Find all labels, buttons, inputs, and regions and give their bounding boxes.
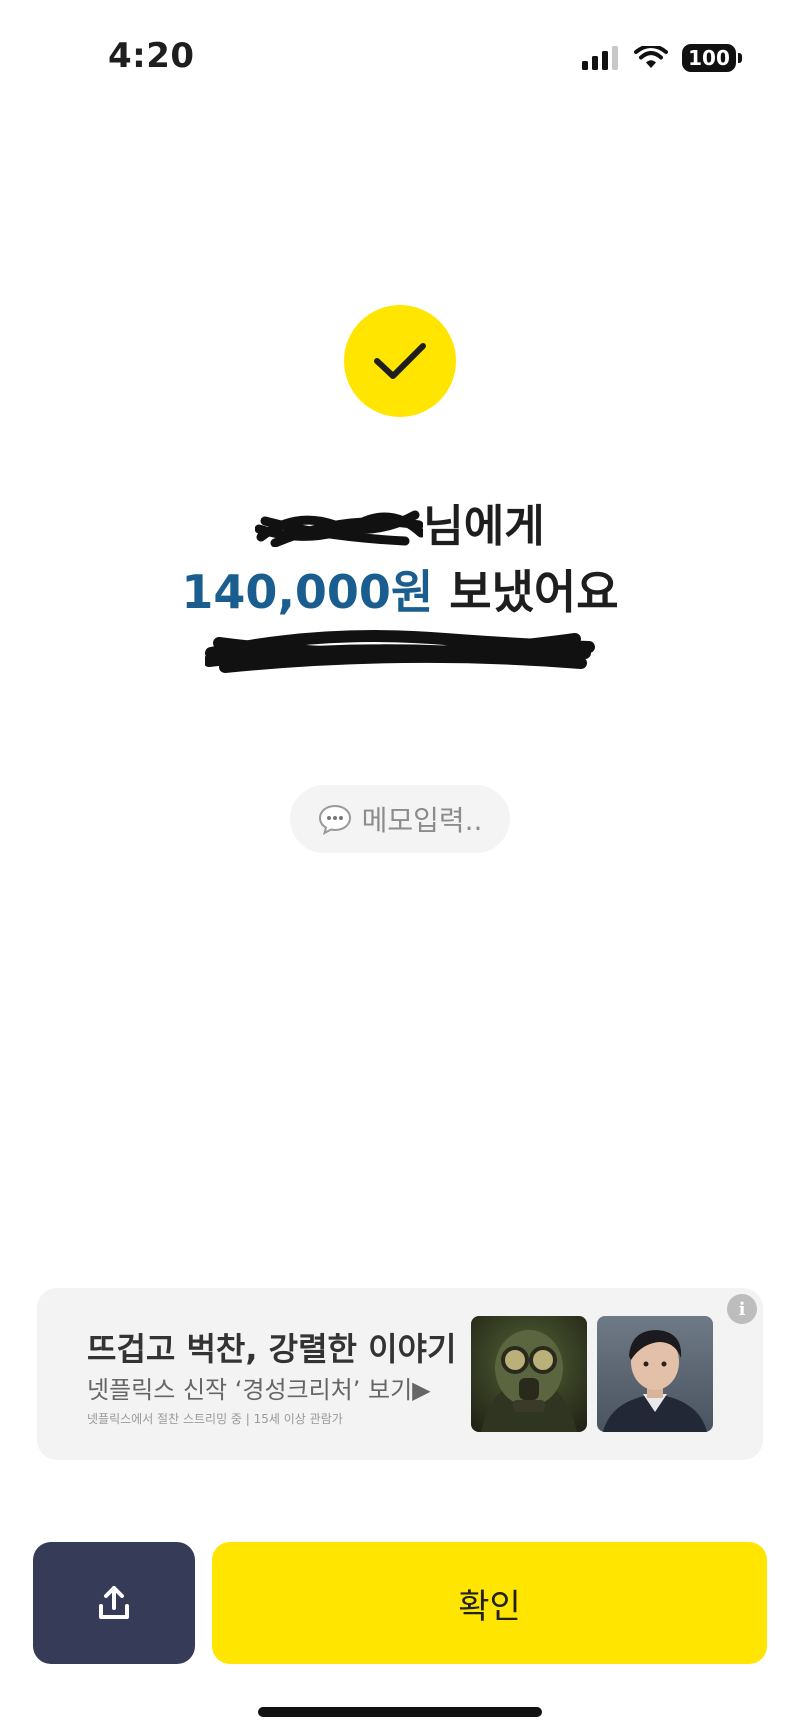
check-icon xyxy=(374,343,426,379)
ad-title: 뜨겁고 벅찬, 강렬한 이야기 xyxy=(87,1330,457,1368)
status-time: 4:20 xyxy=(108,36,195,76)
status-icons: 100 xyxy=(582,44,742,72)
share-icon xyxy=(99,1586,129,1619)
success-check-badge xyxy=(344,305,456,417)
share-button[interactable] xyxy=(33,1542,195,1664)
redacted-account-scribble xyxy=(205,630,595,673)
redacted-name-scribble xyxy=(255,510,424,547)
confirm-button[interactable]: 확인 xyxy=(212,1542,767,1664)
recipient-suffix: 님에게 xyxy=(423,501,545,552)
status-bar: 4:20 100 xyxy=(0,0,800,120)
transfer-amount: 140,000원 xyxy=(181,565,434,619)
ad-subtitle-link[interactable]: 넷플릭스 신작 ‘경성크리처’ 보기▶ xyxy=(87,1370,431,1405)
ad-thumbnail-portrait xyxy=(597,1316,713,1432)
memo-label: 메모입력.. xyxy=(361,804,483,837)
info-icon[interactable]: i xyxy=(727,1294,757,1324)
ad-fine-print: 넷플릭스에서 절찬 스트리밍 중 | 15세 이상 관람가 xyxy=(87,1412,343,1426)
ad-banner[interactable]: 뜨겁고 벅찬, 강렬한 이야기 넷플릭스 신작 ‘경성크리처’ 보기▶ 넷플릭스… xyxy=(37,1288,763,1460)
home-indicator[interactable] xyxy=(258,1707,542,1717)
memo-input-button[interactable]: 메모입력.. xyxy=(290,785,510,853)
speech-bubble-icon xyxy=(318,804,351,835)
wifi-icon xyxy=(634,46,668,68)
sent-text: 보냈어요 xyxy=(433,565,619,619)
recipient-line: 님에게 xyxy=(0,490,800,552)
amount-line: 140,000원 보냈어요 xyxy=(0,556,800,622)
battery-icon: 100 xyxy=(682,44,742,72)
ad-thumbnail-gasmask xyxy=(471,1316,587,1432)
cellular-icon xyxy=(582,46,618,70)
